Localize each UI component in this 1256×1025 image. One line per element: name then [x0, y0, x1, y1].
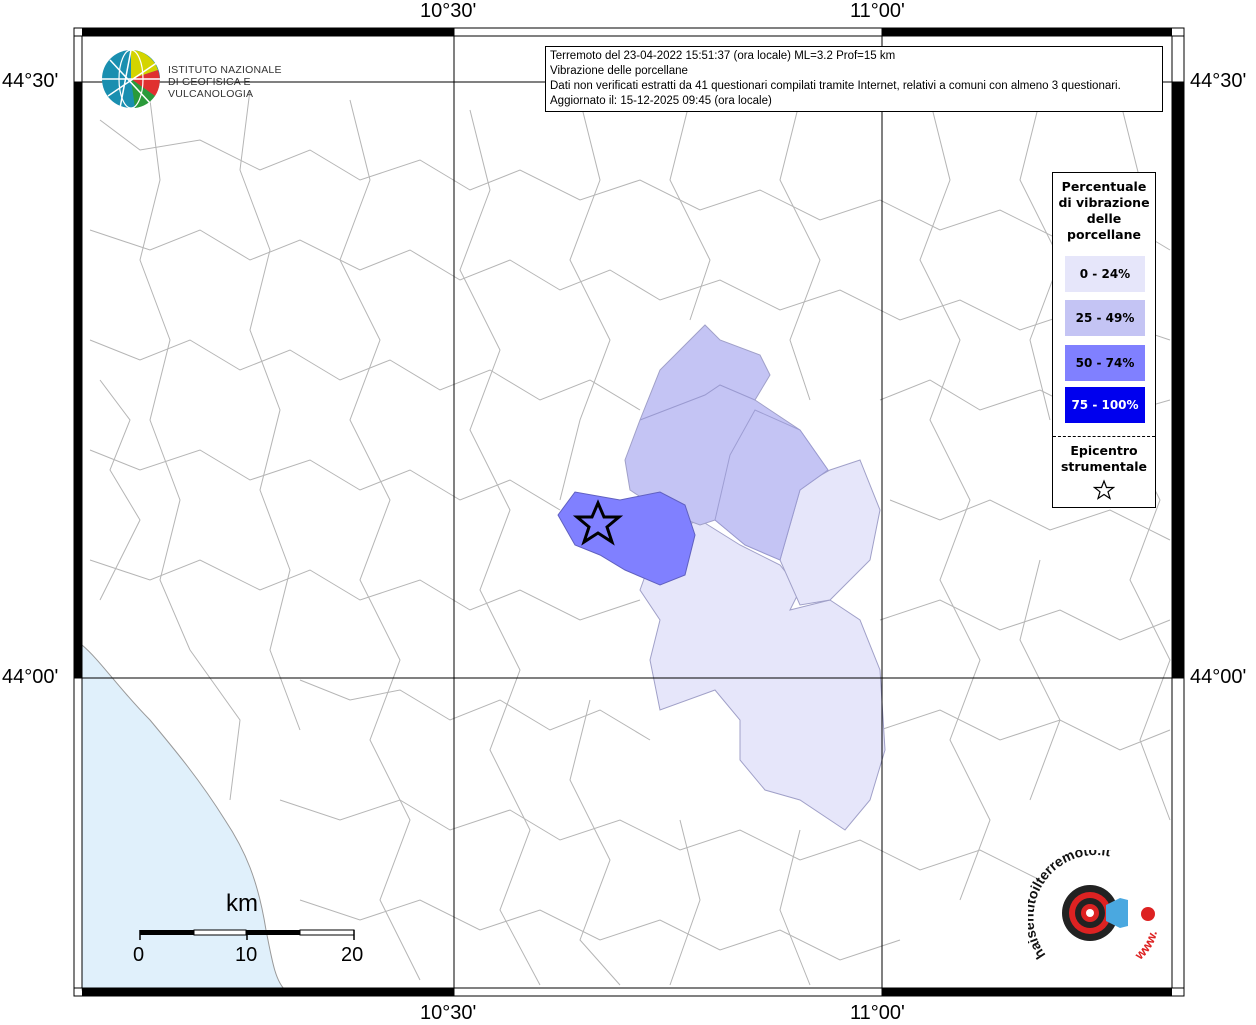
- scale-unit: km: [226, 890, 258, 917]
- intensity-polygons: [557, 324, 886, 831]
- legend-item-25-49: 25 - 49%: [1065, 300, 1145, 336]
- sea-area: [81, 643, 287, 991]
- logo-line-2: DI GEOFISICA E VULCANOLOGIA: [168, 76, 254, 100]
- legend-title-line: porcellane: [1067, 227, 1141, 242]
- haisentito-logo: haisentitoilterremoto.it www.: [1020, 842, 1178, 980]
- logo-line-1: ISTITUTO NAZIONALE: [168, 64, 282, 76]
- lat-label-right-top: 44°30': [1190, 70, 1247, 92]
- scale-tick-20: 20: [341, 944, 364, 966]
- legend-epicenter-line: strumentale: [1060, 459, 1148, 474]
- lat-label-left-top: 44°30': [2, 70, 59, 92]
- lon-label-top-right: 11°00': [850, 0, 905, 22]
- legend: Percentuale di vibrazione delle porcella…: [1052, 172, 1156, 508]
- hsl-logo-www: www.: [1131, 929, 1160, 963]
- legend-epicenter-label: Epicentro strumentale: [1053, 443, 1155, 475]
- map-subject: Vibrazione delle porcellane: [550, 65, 688, 77]
- legend-title-line: delle: [1086, 211, 1122, 226]
- legend-title-line: di vibrazione: [1058, 195, 1150, 210]
- target-icon: haisentitoilterremoto.it www.: [1020, 842, 1160, 963]
- data-disclaimer: Dati non verificati estratti da 41 quest…: [550, 80, 1121, 92]
- legend-title-line: Percentuale: [1061, 179, 1147, 194]
- scale-tick-10: 10: [235, 944, 258, 966]
- legend-item-0-24: 0 - 24%: [1065, 256, 1145, 292]
- legend-title: Percentuale di vibrazione delle porcella…: [1053, 179, 1155, 243]
- comune-epicentral: [557, 491, 696, 586]
- legend-epicenter-line: Epicentro: [1070, 443, 1138, 458]
- lon-label-top-left: 10°30': [420, 0, 477, 22]
- legend-item-75-100: 75 - 100%: [1065, 387, 1145, 423]
- lon-label-bottom-left: 10°30': [420, 1002, 477, 1024]
- lat-label-left-bottom: 44°00': [2, 666, 59, 688]
- lon-label-bottom-right: 11°00': [850, 1002, 905, 1024]
- legend-separator: [1053, 436, 1155, 437]
- event-title: Terremoto del 23-04-2022 15:51:37 (ora l…: [550, 50, 896, 62]
- scale-tick-0: 0: [133, 944, 145, 966]
- svg-text:www.: www.: [1131, 929, 1160, 963]
- globe-icon: [102, 49, 160, 109]
- star-icon: [1093, 479, 1115, 500]
- ingv-logo: ISTITUTO NAZIONALE DI GEOFISICA E VULCAN…: [100, 46, 320, 110]
- legend-item-50-74: 50 - 74%: [1065, 345, 1145, 381]
- event-info-box: Terremoto del 23-04-2022 15:51:37 (ora l…: [545, 46, 1163, 112]
- update-time: Aggiornato il: 15-12-2025 09:45 (ora loc…: [550, 95, 772, 107]
- lat-label-right-bottom: 44°00': [1190, 666, 1247, 688]
